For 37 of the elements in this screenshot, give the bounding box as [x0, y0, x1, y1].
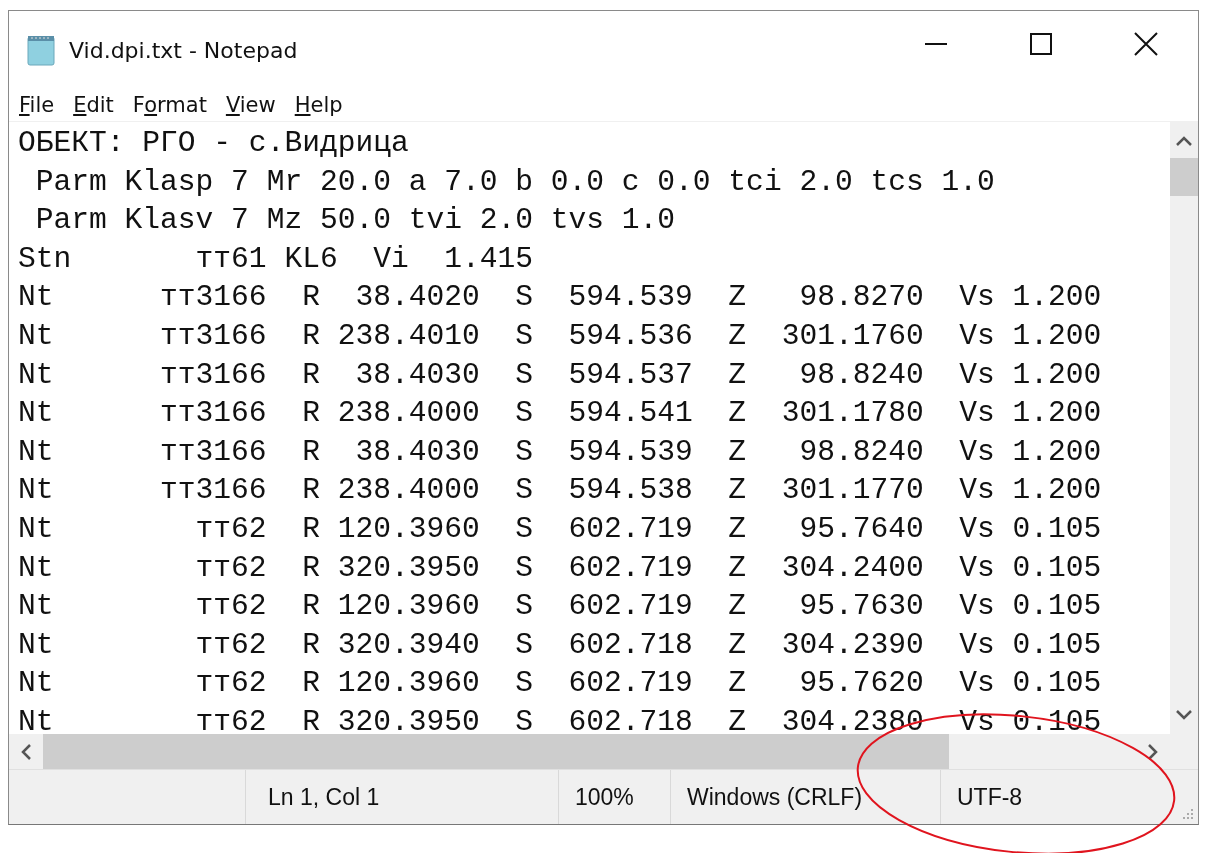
encoding: UTF-8	[957, 783, 1023, 811]
text-line: Nt тт3166 R 38.4030 S 594.539 Z 98.8240 Vs 1.200	[18, 433, 1103, 471]
menu-item[interactable]: Help	[290, 93, 347, 117]
text-line: Stn тт61 KL6 Vi 1.415	[18, 240, 534, 278]
text-line: Nt тт62 R 320.3940 S 602.718 Z 304.2390 Vs 0.105	[18, 626, 1103, 664]
minimize-icon	[923, 43, 948, 45]
text-line: Nt тт3166 R 238.4010 S 594.536 Z 301.1760 Vs 1.200	[18, 317, 1103, 355]
horizontal-scrollbar[interactable]	[9, 734, 1170, 769]
scroll-left-icon[interactable]	[21, 743, 31, 760]
text-line: Nt тт62 R 120.3960 S 602.719 Z 95.7630 Vs 0.105	[18, 588, 1103, 626]
scroll-thumb[interactable]	[43, 734, 949, 769]
text-line: Parm Klasv 7 Mz 50.0 tvi 2.0 tvs 1.0	[34, 202, 677, 240]
maximize-icon	[1028, 32, 1053, 56]
text-line: Parm Klasp 7 Mr 20.0 a 7.0 b 0.0 c 0.0 tci 2.0 tcs 1.0	[34, 163, 996, 201]
window-title: Vid.dpi.txt - Notepad	[69, 37, 298, 63]
text-line: Nt тт3166 R 38.4020 S 594.539 Z 98.8270 Vs 1.200	[18, 279, 1103, 317]
text-line: Nt тт3166 R 238.4000 S 594.541 Z 301.1780 Vs 1.200	[18, 395, 1103, 433]
scroll-down-icon[interactable]	[1176, 710, 1192, 720]
menu-item[interactable]: File	[15, 93, 59, 117]
text-line: Nt тт62 R 120.3960 S 602.719 Z 95.7640 Vs 0.105	[18, 510, 1103, 548]
menu-item[interactable]: Format	[128, 93, 211, 117]
scroll-right-icon[interactable]	[1148, 743, 1158, 760]
zoom-level: 100%	[575, 783, 634, 811]
vertical-scrollbar[interactable]	[1170, 122, 1198, 734]
text-line: Nt тт3166 R 238.4000 S 594.538 Z 301.1770 Vs 1.200	[18, 472, 1103, 510]
scroll-thumb[interactable]	[1170, 158, 1198, 196]
text-line: Nt тт3166 R 38.4030 S 594.537 Z 98.8240 Vs 1.200	[18, 356, 1103, 394]
menu-item[interactable]: View	[221, 93, 280, 117]
menu-item[interactable]: Edit	[69, 93, 118, 117]
scroll-up-icon[interactable]	[1176, 136, 1192, 146]
text-line: ОБЕКТ: РГО - с.Видрица	[18, 125, 410, 162]
cursor-position: Ln 1, Col 1	[268, 783, 380, 811]
resize-grip-icon[interactable]	[1182, 808, 1194, 820]
close-icon	[1133, 32, 1158, 56]
text-line: Nt тт62 R 120.3960 S 602.719 Z 95.7620 Vs 0.105	[18, 665, 1103, 703]
text-line: Nt тт62 R 320.3950 S 602.719 Z 304.2400 Vs 0.105	[18, 549, 1103, 587]
line-endings: Windows (CRLF)	[687, 783, 863, 811]
